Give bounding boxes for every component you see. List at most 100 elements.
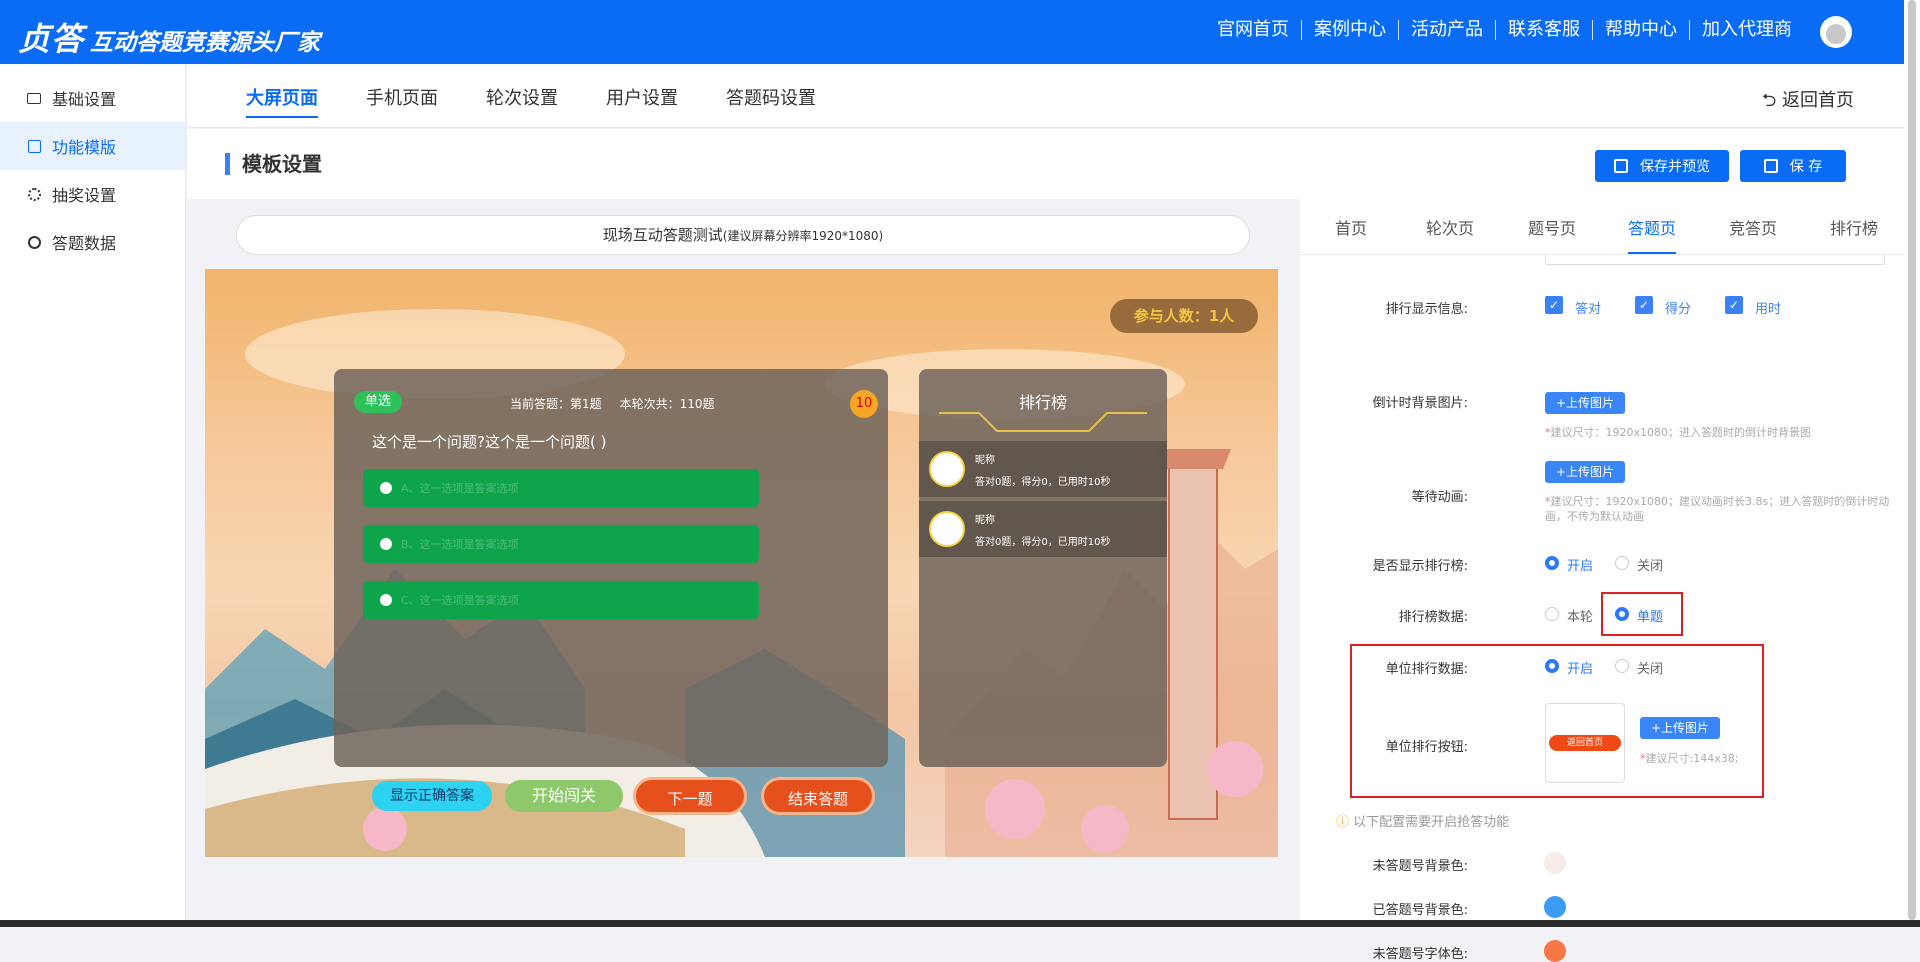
gear-icon xyxy=(26,187,42,201)
radio-label: 开启 xyxy=(1567,662,1594,677)
logo-big-text: 贞答 xyxy=(18,20,85,58)
setting-label: 倒计时背景图片: xyxy=(1372,396,1468,411)
save-button[interactable]: 保 存 xyxy=(1740,150,1846,182)
start-button[interactable]: 开始闯关 xyxy=(505,780,623,812)
end-answer-button[interactable]: 结束答题 xyxy=(761,777,875,815)
scrollbar-thumb[interactable] xyxy=(1908,0,1916,920)
stab-answer[interactable]: 答题页 xyxy=(1628,215,1677,254)
stab-home[interactable]: 首页 xyxy=(1335,215,1367,252)
ranking-title-ornament xyxy=(939,412,1147,432)
radio-show-rank-close[interactable] xyxy=(1615,556,1629,570)
radio-unit-rank-close[interactable] xyxy=(1615,659,1629,673)
tab-answer-code[interactable]: 答题码设置 xyxy=(726,84,816,116)
radio-show-rank-open[interactable] xyxy=(1545,556,1559,570)
next-question-button[interactable]: 下一题 xyxy=(633,777,747,815)
setting-label: 排行榜数据: xyxy=(1398,610,1468,625)
checkbox-label: 得分 xyxy=(1665,302,1692,317)
setting-label: 等待动画: xyxy=(1411,490,1468,505)
ranking-name: 昵称 xyxy=(975,455,995,466)
sidebar-item-label: 答题数据 xyxy=(52,234,117,253)
option-text: B、这一选项是答案选项 xyxy=(401,538,519,551)
nav-support[interactable]: 联系客服 xyxy=(1495,20,1592,40)
settings-panel: 首页 轮次页 题号页 答题页 竞答页 排行榜 排行显示信息: ✓ 答对 ✓ 得分… xyxy=(1300,199,1904,962)
stab-compete[interactable]: 竞答页 xyxy=(1729,215,1777,252)
ranking-score: 答对0题，得分0，已用时10秒 xyxy=(975,537,1111,548)
sidebar-item-label: 功能模版 xyxy=(52,138,117,157)
ranking-name: 昵称 xyxy=(975,515,995,526)
preview-stage: 参与人数：1人 单选 当前答题：第1题 本轮次共：110题 10 这个是一个问题?… xyxy=(205,269,1278,857)
checkbox-correct[interactable]: ✓ xyxy=(1545,296,1563,314)
preview-title: 现场互动答题测试 xyxy=(602,226,723,244)
setting-label: 已答题号背景色: xyxy=(1372,903,1468,918)
radio-label: 关闭 xyxy=(1637,559,1664,574)
round-total-text: 本轮次共：110题 xyxy=(619,397,715,411)
ranking-score: 答对0题，得分0，已用时10秒 xyxy=(975,477,1111,488)
unit-button-hint: *建议尺寸:144x38; xyxy=(1640,751,1738,766)
upload-wait-anim-button[interactable]: +上传图片 xyxy=(1545,461,1625,483)
radio-dot-icon xyxy=(380,538,392,550)
radio-label: 关闭 xyxy=(1637,662,1664,677)
show-answer-button[interactable]: 显示正确答案 xyxy=(372,781,492,811)
question-progress: 当前答题：第1题 本轮次共：110题 xyxy=(510,395,733,412)
avatar xyxy=(929,451,965,487)
section-title: 模板设置 xyxy=(225,153,322,175)
color-swatch[interactable] xyxy=(1544,852,1566,874)
brand-logo[interactable]: 贞答 互动答题竞赛源头厂家 xyxy=(18,14,320,60)
page-scrollbar[interactable] xyxy=(1904,0,1920,920)
notice-text: 以下配置需要开启抢答功能 xyxy=(1353,815,1510,830)
nav-official-home[interactable]: 官网首页 xyxy=(1205,20,1301,40)
avatar xyxy=(929,511,965,547)
countdown-badge: 10 xyxy=(850,390,878,418)
checkbox-label: 答对 xyxy=(1575,302,1602,317)
settings-tabs: 首页 轮次页 题号页 答题页 竞答页 排行榜 xyxy=(1300,199,1904,255)
save-preview-button[interactable]: 保存并预览 xyxy=(1595,150,1729,182)
back-home-label: 返回首页 xyxy=(1782,90,1854,111)
nav-help[interactable]: 帮助中心 xyxy=(1592,20,1689,40)
undo-icon: ⮌ xyxy=(1761,90,1782,111)
top-nav: 官网首页 案例中心 活动产品 联系客服 帮助中心 加入代理商 xyxy=(1205,20,1804,40)
tab-users[interactable]: 用户设置 xyxy=(606,84,678,116)
radio-unit-rank-open[interactable] xyxy=(1545,659,1559,673)
stab-question-no[interactable]: 题号页 xyxy=(1528,215,1576,252)
color-swatch[interactable] xyxy=(1544,940,1566,962)
unit-button-image-text: 返回首页 xyxy=(1549,735,1621,751)
upload-unit-button[interactable]: +上传图片 xyxy=(1640,717,1720,739)
color-swatch[interactable] xyxy=(1544,896,1566,918)
checkbox-time[interactable]: ✓ xyxy=(1725,296,1743,314)
upload-countdown-bg-button[interactable]: +上传图片 xyxy=(1545,392,1625,414)
unit-button-image-preview[interactable]: 返回首页 xyxy=(1545,703,1625,783)
checkbox-label: 用时 xyxy=(1755,302,1782,317)
nav-products[interactable]: 活动产品 xyxy=(1398,20,1495,40)
setting-label: 未答题号字体色: xyxy=(1372,947,1468,962)
sidebar-item-template[interactable]: 功能模版 xyxy=(0,122,185,170)
preview-panel: 现场互动答题测试(建议屏幕分辨率1920*1080) 参与人数：1人 单选 当前… xyxy=(187,199,1300,920)
answer-option-c[interactable]: C、这一选项是答案选项 xyxy=(363,581,759,619)
save-icon xyxy=(1614,159,1628,173)
answer-option-a[interactable]: A、这一选项是答案选项 xyxy=(363,469,759,507)
sidebar-item-data[interactable]: 答题数据 xyxy=(0,218,185,266)
radio-rank-round[interactable] xyxy=(1545,607,1559,621)
answer-option-b[interactable]: B、这一选项是答案选项 xyxy=(363,525,759,563)
sidebar-item-lottery[interactable]: 抽奖设置 xyxy=(0,170,185,218)
back-home-link[interactable]: ⮌ 返回首页 xyxy=(1762,86,1854,118)
hint-text: 建议尺寸:144x38; xyxy=(1645,752,1739,765)
nav-agent[interactable]: 加入代理商 xyxy=(1689,20,1804,40)
user-avatar[interactable] xyxy=(1820,16,1852,48)
logo-sub-text: 互动答题竞赛源头厂家 xyxy=(90,30,321,56)
nav-cases[interactable]: 案例中心 xyxy=(1301,20,1398,40)
preview-title-hint: (建议屏幕分辨率1920*1080) xyxy=(722,229,884,243)
stab-round[interactable]: 轮次页 xyxy=(1426,215,1474,252)
radio-label: 开启 xyxy=(1567,559,1594,574)
checkbox-score[interactable]: ✓ xyxy=(1635,296,1653,314)
sidebar-item-basic[interactable]: 基础设置 xyxy=(0,74,185,122)
rush-answer-notice: ⓘ 以下配置需要开启抢答功能 xyxy=(1336,811,1509,830)
input-field-edge[interactable] xyxy=(1545,255,1885,265)
tab-rounds[interactable]: 轮次设置 xyxy=(486,84,558,116)
tab-mobile[interactable]: 手机页面 xyxy=(366,84,438,116)
save-label: 保 存 xyxy=(1789,159,1823,175)
stab-ranking[interactable]: 排行榜 xyxy=(1830,215,1878,252)
tab-big-screen[interactable]: 大屏页面 xyxy=(246,84,318,118)
ranking-row: 昵称 答对0题，得分0，已用时10秒 xyxy=(919,441,1167,497)
radio-label: 本轮 xyxy=(1567,610,1594,625)
setting-label: 未答题号背景色: xyxy=(1372,859,1468,874)
